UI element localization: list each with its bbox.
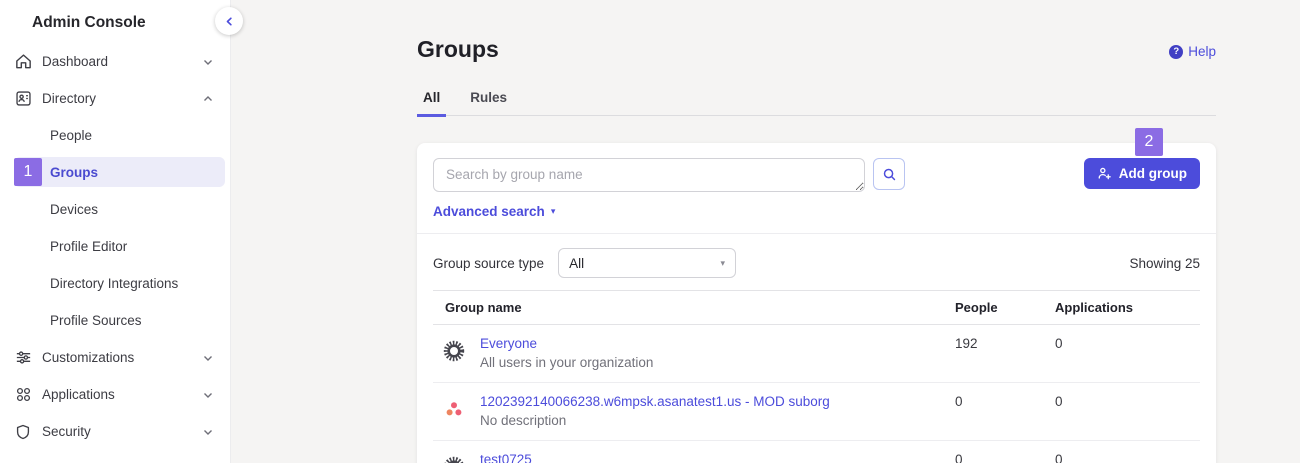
caret-down-icon: ▾ xyxy=(721,258,726,269)
sidebar-item-groups[interactable]: 1 Groups xyxy=(0,154,230,191)
chevron-down-icon xyxy=(202,389,214,401)
group-name-link[interactable]: test0725 xyxy=(480,452,532,463)
tab-all[interactable]: All xyxy=(417,88,446,117)
table-row: test0725 No description 0 0 xyxy=(433,441,1200,463)
tabs: All Rules xyxy=(417,88,1216,116)
caret-down-icon: ▾ xyxy=(551,206,556,217)
sidebar-collapse-button[interactable] xyxy=(215,7,243,35)
group-description: No description xyxy=(480,413,830,428)
sliders-icon xyxy=(13,348,33,368)
sidebar-item-directory[interactable]: Directory xyxy=(0,80,230,117)
apps-grid-icon xyxy=(13,385,33,405)
sidebar-item-label: Profile Sources xyxy=(50,313,142,328)
search-input[interactable] xyxy=(433,158,865,192)
column-applications: Applications xyxy=(1055,291,1200,325)
group-name-link[interactable]: 1202392140066238.w6mpsk.asanatest1.us - … xyxy=(480,394,830,409)
filter-row: Group source type All ▾ Showing 25 xyxy=(433,248,1200,278)
main-content: Groups ? Help All Rules 2 Add group Ad xyxy=(417,0,1216,463)
column-people: People xyxy=(955,291,1055,325)
table-header-row: Group name People Applications xyxy=(433,291,1200,325)
sidebar-item-label: Groups xyxy=(50,165,98,180)
table-row: Everyone All users in your organization … xyxy=(433,325,1200,383)
applications-count: 0 xyxy=(1055,325,1200,383)
help-icon: ? xyxy=(1169,45,1183,59)
chevron-up-icon xyxy=(202,93,214,105)
active-item-highlight xyxy=(14,157,225,187)
select-value: All xyxy=(569,256,584,271)
sidebar-item-directory-integrations[interactable]: Directory Integrations xyxy=(0,265,230,302)
sidebar-item-dashboard[interactable]: Dashboard xyxy=(0,43,230,80)
sidebar-item-label: Profile Editor xyxy=(50,239,127,254)
sidebar-item-devices[interactable]: Devices xyxy=(0,191,230,228)
divider xyxy=(417,233,1216,234)
applications-count: 0 xyxy=(1055,441,1200,463)
sidebar-item-label: Directory xyxy=(42,91,96,106)
okta-group-icon xyxy=(443,456,465,463)
annotation-step-1: 1 xyxy=(14,158,42,186)
sidebar-item-label: Security xyxy=(42,424,91,439)
add-group-button[interactable]: Add group xyxy=(1084,158,1200,189)
group-source-type-label: Group source type xyxy=(433,256,544,271)
chevron-left-icon xyxy=(224,16,235,27)
sidebar-item-label: Dashboard xyxy=(42,54,108,69)
sidebar-item-customizations[interactable]: Customizations xyxy=(0,339,230,376)
sidebar-item-people[interactable]: People xyxy=(0,117,230,154)
sidebar-item-security[interactable]: Security xyxy=(0,413,230,450)
sidebar-item-label: Applications xyxy=(42,387,115,402)
asana-icon xyxy=(443,398,465,420)
advanced-search-link[interactable]: Advanced search ▾ xyxy=(433,204,555,219)
sidebar-item-profile-sources[interactable]: Profile Sources xyxy=(0,302,230,339)
sidebar-item-label: Customizations xyxy=(42,350,134,365)
showing-count: Showing 25 xyxy=(1129,256,1200,271)
tab-rules[interactable]: Rules xyxy=(464,88,513,117)
group-description: All users in your organization xyxy=(480,355,653,370)
id-card-icon xyxy=(13,89,33,109)
groups-table: Group name People Applications Everyone xyxy=(433,290,1200,463)
chevron-down-icon xyxy=(202,352,214,364)
people-count: 192 xyxy=(955,325,1055,383)
sidebar-nav: Dashboard Directory People 1 Groups Devi… xyxy=(0,43,230,450)
home-icon xyxy=(13,52,33,72)
sidebar-item-applications[interactable]: Applications xyxy=(0,376,230,413)
sidebar-item-label: Directory Integrations xyxy=(50,276,178,291)
chevron-down-icon xyxy=(202,56,214,68)
search-row: Add group xyxy=(433,158,1200,192)
advanced-search-label: Advanced search xyxy=(433,204,545,219)
group-name-link[interactable]: Everyone xyxy=(480,336,537,351)
annotation-step-2: 2 xyxy=(1135,128,1163,156)
shield-icon xyxy=(13,422,33,442)
add-group-label: Add group xyxy=(1119,166,1187,181)
column-group-name: Group name xyxy=(433,291,955,325)
people-count: 0 xyxy=(955,441,1055,463)
sidebar-item-label: Devices xyxy=(50,202,98,217)
groups-card: 2 Add group Advanced search ▾ Group sour… xyxy=(417,143,1216,463)
sidebar-item-profile-editor[interactable]: Profile Editor xyxy=(0,228,230,265)
help-label: Help xyxy=(1188,44,1216,59)
search-button[interactable] xyxy=(873,158,905,190)
okta-group-icon xyxy=(443,340,465,362)
applications-count: 0 xyxy=(1055,383,1200,441)
page-title: Groups xyxy=(417,36,499,63)
app-title: Admin Console xyxy=(0,0,230,32)
group-source-type-select[interactable]: All ▾ xyxy=(558,248,736,278)
help-link[interactable]: ? Help xyxy=(1169,44,1216,59)
people-count: 0 xyxy=(955,383,1055,441)
person-add-icon xyxy=(1097,166,1112,181)
chevron-down-icon xyxy=(202,426,214,438)
search-icon xyxy=(882,167,897,182)
sidebar: Admin Console Dashboard Directory People xyxy=(0,0,231,463)
sidebar-item-label: People xyxy=(50,128,92,143)
table-row: 1202392140066238.w6mpsk.asanatest1.us - … xyxy=(433,383,1200,441)
